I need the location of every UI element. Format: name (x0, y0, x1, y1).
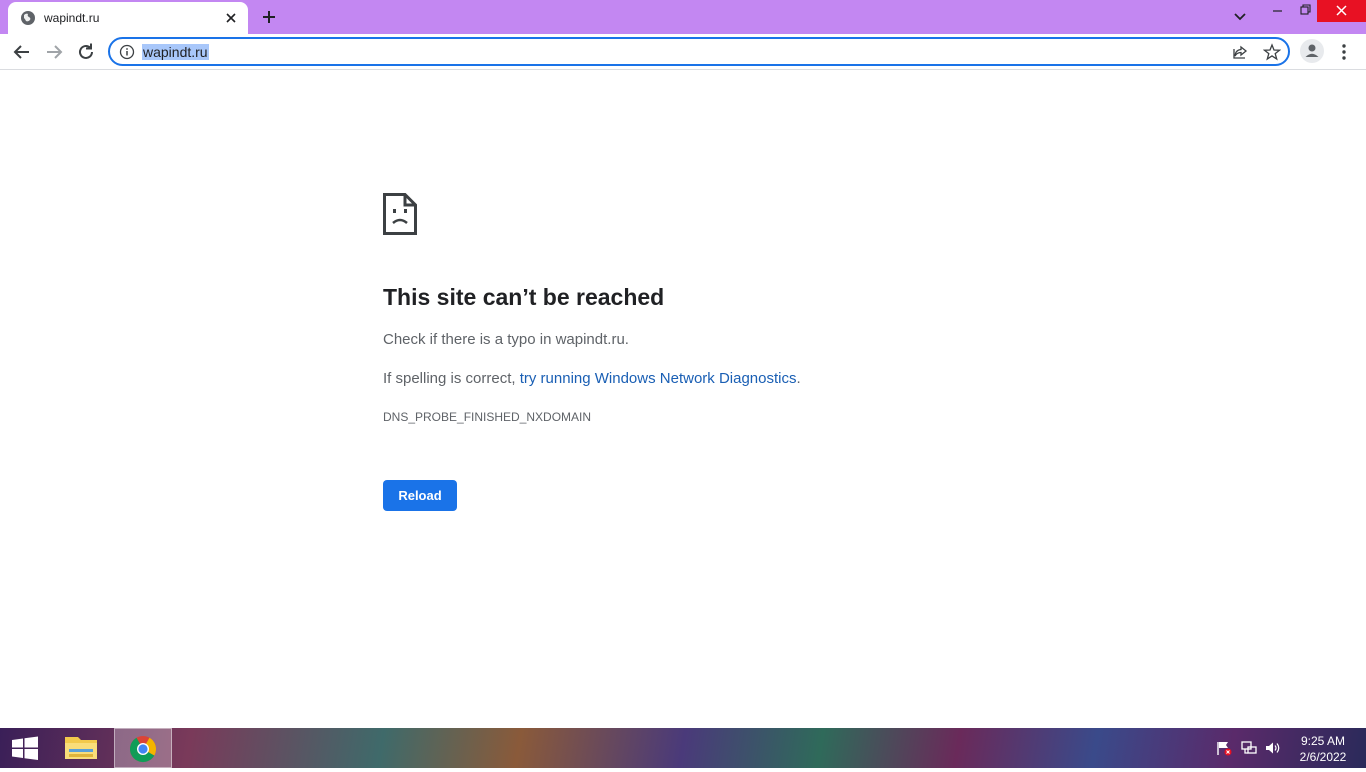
star-icon[interactable] (1263, 43, 1281, 61)
error-typo-hint: Check if there is a typo in wapindt.ru. (383, 331, 629, 348)
volume-icon[interactable] (1264, 740, 1282, 756)
url-text[interactable]: wapindt.ru (142, 44, 209, 60)
error-diagnostics-hint: If spelling is correct, try running Wind… (383, 370, 801, 387)
plus-icon[interactable] (259, 7, 279, 27)
close-icon[interactable] (224, 11, 238, 25)
address-bar[interactable]: wapindt.ru (108, 37, 1290, 66)
network-icon[interactable] (1240, 740, 1258, 756)
flag-icon[interactable] (1215, 740, 1233, 756)
diagnostics-suffix: . (796, 370, 801, 387)
chrome-taskbar-button[interactable] (114, 728, 172, 768)
menu-icon[interactable] (1334, 40, 1354, 64)
profile-button[interactable] (1300, 39, 1324, 63)
system-clock[interactable]: 9:25 AM 2/6/2022 (1288, 733, 1358, 765)
chevron-down-icon[interactable] (1228, 6, 1252, 26)
error-code: DNS_PROBE_FINISHED_NXDOMAIN (383, 410, 592, 424)
share-icon[interactable] (1231, 43, 1249, 61)
network-diagnostics-link[interactable]: try running Windows Network Diagnostics (520, 370, 797, 387)
minimize-icon[interactable] (1262, 0, 1292, 22)
sad-page-icon (383, 193, 417, 235)
file-explorer-icon[interactable] (52, 728, 110, 768)
profile-icon (1305, 44, 1319, 57)
clock-time: 9:25 AM (1300, 734, 1346, 748)
diagnostics-prefix: If spelling is correct, (383, 370, 520, 387)
restore-icon[interactable] (1290, 0, 1320, 22)
reload-icon[interactable] (74, 40, 98, 64)
clock-date: 2/6/2022 (1299, 750, 1347, 764)
close-icon[interactable] (1317, 0, 1366, 22)
back-icon[interactable] (10, 40, 34, 64)
error-title: This site can’t be reached (383, 284, 665, 310)
info-icon[interactable] (119, 44, 135, 60)
windows-logo-icon[interactable] (0, 728, 50, 768)
browser-tab[interactable]: wapindt.ru (8, 2, 248, 34)
taskbar: 9:25 AM 2/6/2022 (0, 728, 1366, 768)
browser-toolbar: wapindt.ru (0, 34, 1366, 70)
forward-icon[interactable] (42, 40, 66, 64)
title-bar: wapindt.ru (0, 0, 1366, 34)
globe-icon (21, 11, 35, 25)
chrome-icon (129, 736, 157, 763)
reload-button[interactable]: Reload (383, 480, 457, 511)
tab-title: wapindt.ru (44, 11, 100, 25)
